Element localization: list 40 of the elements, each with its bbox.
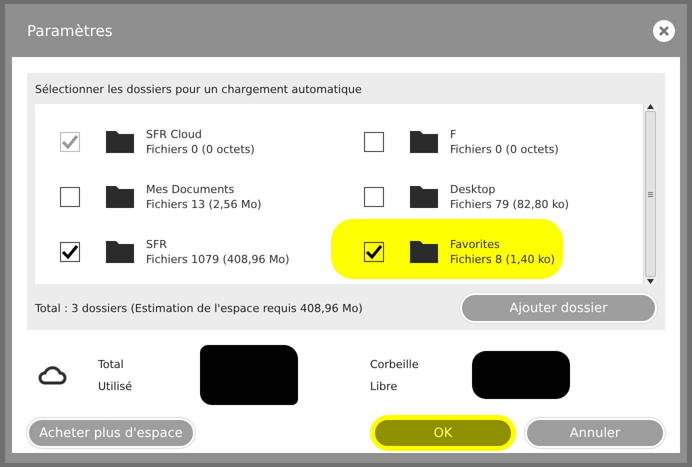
checkbox[interactable] [364, 186, 384, 206]
folder-name: Mes Documents [146, 182, 236, 196]
folder-name: F [450, 126, 458, 142]
dialog-button[interactable]: OK [373, 418, 513, 448]
scroll-up-icon[interactable] [647, 104, 654, 109]
folder-name: SFR Cloud [146, 126, 203, 142]
total-summary: Total : 3 dossiers (Estimation de l'espace requis 408,96 Mo) [35, 302, 363, 314]
folder-name: SFR [146, 236, 168, 252]
storage-label: Total [98, 358, 125, 370]
checkbox[interactable] [364, 132, 384, 152]
file-count: Fichiers 1079 (408,96 Mo) [146, 252, 290, 266]
close-button[interactable] [653, 20, 675, 42]
storage-label: Utilisé [98, 380, 134, 392]
checkbox[interactable] [60, 186, 80, 206]
folder-icon [106, 240, 134, 262]
folder-icon [410, 130, 438, 152]
cloud-icon [37, 365, 67, 385]
checkbox[interactable] [364, 242, 384, 262]
window-title: Paramètres [27, 22, 113, 40]
dialog-button[interactable]: Acheter plus d'espace [27, 418, 195, 448]
panel-heading: Sélectionner les dossiers pour un chargement automatique [35, 83, 363, 96]
file-count: Fichiers 13 (2,56 Mo) [146, 196, 262, 212]
folder-name: Favorites [450, 236, 501, 252]
file-count: Fichiers 0 (0 octets) [450, 142, 559, 156]
folder-icon [106, 130, 134, 152]
folder-icon [106, 186, 134, 208]
scroll-down-icon[interactable] [647, 279, 654, 284]
file-count: Fichiers 8 (1,40 ko) [450, 252, 555, 266]
scrollbar-thumb[interactable] [645, 111, 656, 277]
checkbox[interactable] [60, 242, 80, 262]
dialog-button[interactable]: Annuler [525, 418, 665, 448]
folder-icon [410, 186, 438, 208]
close-icon[interactable] [659, 26, 669, 36]
storage-label: Corbeille [370, 358, 420, 370]
scrollbar[interactable] [643, 104, 657, 284]
add-folder-button[interactable]: Ajouter dossier [460, 293, 657, 323]
file-count: Fichiers 79 (82,80 ko) [450, 196, 569, 212]
folder-name: Desktop [450, 182, 496, 196]
storage-label: Libre [370, 380, 398, 392]
file-count: Fichiers 0 (0 octets) [146, 142, 255, 156]
